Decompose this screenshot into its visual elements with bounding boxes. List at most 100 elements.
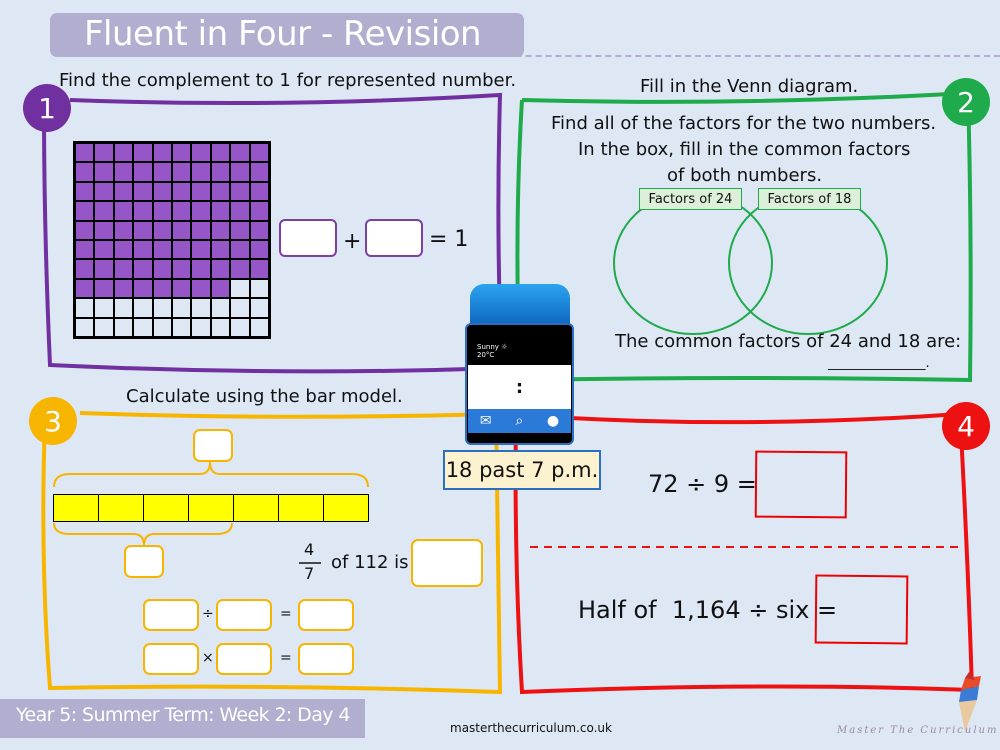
division-result-box[interactable] [298, 599, 354, 631]
user-icon[interactable]: ● [547, 413, 559, 429]
grid-cell-shaded [133, 259, 153, 279]
question-badge-4: 4 [942, 402, 990, 450]
grid-cell-shaded [133, 239, 153, 260]
venn-label-18: Factors of 18 [758, 188, 861, 210]
grid-cell-shaded [113, 162, 134, 182]
grid-cell-shaded [113, 220, 134, 240]
grid-cell-shaded [113, 201, 134, 221]
multiply-result-box[interactable] [298, 643, 354, 675]
grid-cell-shaded [230, 239, 250, 260]
bar-segment [189, 495, 234, 521]
grid-cell-shaded [152, 181, 172, 202]
grid-cell-empty [249, 298, 269, 318]
grid-cell-shaded [210, 220, 231, 240]
grid-cell-shaded [191, 162, 211, 182]
grid-cell-shaded [171, 220, 192, 240]
fraction-answer-box[interactable] [411, 539, 483, 587]
question-badge-3: 3 [29, 397, 77, 445]
pencil-logo-icon [959, 672, 981, 732]
grid-cell-shaded [230, 259, 250, 279]
grid-cell-shaded [113, 259, 134, 279]
grid-cell-empty [191, 298, 211, 318]
multiply-box-1[interactable] [143, 643, 199, 675]
bar-model [53, 494, 369, 522]
equals-one: = 1 [429, 227, 469, 252]
q1-instruction: Find the complement to 1 for represented… [59, 70, 517, 91]
grid-cell-shaded [133, 162, 153, 182]
grid-cell-empty [75, 298, 95, 318]
equals-sign-1: = [280, 606, 292, 622]
q4-answer-box-1[interactable] [754, 450, 848, 519]
grid-cell-shaded [94, 181, 114, 202]
fraction-text: of 112 is [331, 552, 409, 573]
grid-cell-shaded [133, 220, 153, 240]
grid-cell-shaded [113, 239, 134, 260]
common-factors-answer-line[interactable]: _______________. [828, 356, 930, 371]
grid-cell-shaded [75, 162, 95, 182]
grid-cell-empty [230, 298, 250, 318]
grid-cell-shaded [210, 143, 231, 163]
grid-cell-shaded [75, 278, 95, 299]
search-icon[interactable]: ⌕ [515, 413, 523, 429]
grid-cell-empty [249, 317, 269, 337]
site-url[interactable]: masterthecurriculum.co.uk [450, 721, 612, 735]
grid-cell-shaded [113, 278, 134, 299]
grid-cell-shaded [249, 181, 269, 202]
watch-time-display: : [468, 365, 571, 409]
grid-cell-shaded [230, 220, 250, 240]
grid-cell-empty [94, 317, 114, 337]
mail-icon[interactable]: ✉ [480, 413, 492, 429]
grid-cell-shaded [191, 220, 211, 240]
q1-answer-box-2[interactable] [365, 219, 423, 257]
grid-cell-shaded [230, 143, 250, 163]
grid-cell-shaded [152, 259, 172, 279]
bar-total-box[interactable] [193, 429, 233, 462]
equals-sign-2: = [280, 650, 292, 666]
grid-cell-shaded [171, 259, 192, 279]
grid-cell-shaded [249, 143, 269, 163]
bar-segment [234, 495, 279, 521]
grid-cell-shaded [94, 259, 114, 279]
grid-cell-empty [113, 317, 134, 337]
question-badge-1: 1 [23, 84, 71, 132]
q2-instruction: Fill in the Venn diagram. [640, 76, 859, 97]
common-factors-text: The common factors of 24 and 18 are: [615, 331, 962, 352]
grid-cell-shaded [249, 220, 269, 240]
grid-cell-shaded [191, 201, 211, 221]
grid-cell-shaded [191, 259, 211, 279]
grid-cell-shaded [94, 143, 114, 163]
bar-segment [54, 495, 99, 521]
grid-cell-shaded [210, 181, 231, 202]
grid-cell-shaded [152, 278, 172, 299]
grid-cell-shaded [191, 143, 211, 163]
bar-part-box[interactable] [124, 545, 164, 578]
grid-cell-shaded [113, 143, 134, 163]
division-box-1[interactable] [143, 599, 199, 631]
grid-cell-empty [133, 317, 153, 337]
bottom-brace [53, 522, 233, 547]
grid-cell-empty [210, 317, 231, 337]
grid-cell-shaded [133, 201, 153, 221]
q4-answer-box-2[interactable] [814, 574, 909, 645]
q2-line-2: In the box, fill in the common factors [578, 139, 911, 160]
grid-cell-shaded [152, 201, 172, 221]
grid-cell-empty [249, 278, 269, 299]
grid-cell-shaded [171, 143, 192, 163]
grid-cell-empty [230, 317, 250, 337]
grid-cell-shaded [94, 239, 114, 260]
venn-circle-right [728, 191, 888, 335]
divide-sign: ÷ [202, 606, 214, 622]
grid-cell-shaded [152, 162, 172, 182]
grid-cell-shaded [75, 201, 95, 221]
fraction-numerator: 4 [304, 540, 315, 559]
multiply-box-2[interactable] [216, 643, 272, 675]
q1-answer-box-1[interactable] [279, 219, 337, 257]
grid-cell-shaded [230, 162, 250, 182]
grid-cell-shaded [75, 239, 95, 260]
grid-cell-shaded [152, 239, 172, 260]
division-box-2[interactable] [216, 599, 272, 631]
q4-equation-1: 72 ÷ 9 = [648, 470, 757, 498]
grid-cell-shaded [94, 162, 114, 182]
q2-line-3: of both numbers. [667, 165, 823, 186]
grid-cell-shaded [133, 278, 153, 299]
